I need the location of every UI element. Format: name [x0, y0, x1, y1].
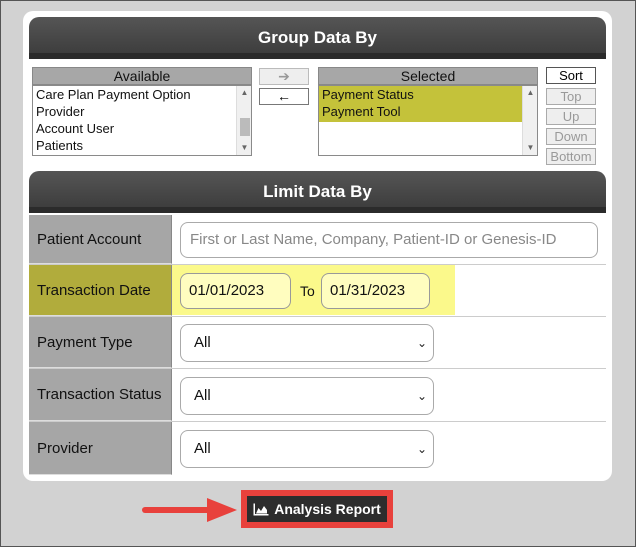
provider-row: Provider All ⌄	[29, 422, 606, 475]
date-from-input[interactable]: 01/01/2023	[180, 273, 291, 309]
move-down-button[interactable]: Down	[546, 128, 596, 145]
move-bottom-button[interactable]: Bottom	[546, 148, 596, 165]
annotation-arrow-icon	[142, 498, 237, 522]
date-to-label: To	[300, 283, 315, 299]
scroll-down-icon[interactable]: ▼	[237, 141, 251, 155]
patient-account-row: Patient Account First or Last Name, Comp…	[29, 215, 606, 265]
available-listbox[interactable]: Care Plan Payment Option Provider Accoun…	[32, 85, 252, 156]
available-scrollbar[interactable]: ▲ ▼	[236, 86, 251, 155]
selected-listbox[interactable]: Payment Status Payment Tool ▲ ▼	[318, 85, 538, 156]
provider-select[interactable]: All ⌄	[180, 430, 434, 468]
chevron-down-icon: ⌄	[416, 336, 427, 350]
patient-account-label: Patient Account	[29, 215, 172, 264]
scroll-thumb[interactable]	[240, 118, 250, 136]
provider-value: All	[194, 440, 211, 457]
sort-button[interactable]: Sort	[546, 67, 596, 84]
transaction-date-label: Transaction Date	[29, 265, 172, 316]
arrow-left-icon: ←	[277, 88, 291, 104]
analysis-report-button[interactable]: Analysis Report	[247, 496, 387, 522]
selected-item[interactable]: Payment Status	[319, 86, 537, 103]
chevron-down-icon: ⌄	[416, 442, 427, 456]
scroll-up-icon[interactable]: ▲	[523, 86, 537, 100]
transaction-status-row: Transaction Status All ⌄	[29, 369, 606, 422]
transaction-date-row: Transaction Date 01/01/2023 To 01/31/202…	[29, 265, 606, 317]
scroll-up-icon[interactable]: ▲	[237, 86, 251, 100]
report-panel: Group Data By Available Care Plan Paymen…	[23, 11, 612, 481]
patient-account-input[interactable]: First or Last Name, Company, Patient-ID …	[180, 222, 598, 258]
date-to-input[interactable]: 01/31/2023	[321, 273, 430, 309]
transaction-status-value: All	[194, 387, 211, 404]
payment-type-value: All	[194, 334, 211, 351]
payment-type-label: Payment Type	[29, 317, 172, 368]
area-chart-icon	[253, 503, 269, 515]
selected-label: Selected	[318, 67, 538, 85]
limit-data-title: Limit Data By	[263, 182, 372, 201]
selected-item[interactable]: Payment Tool	[319, 103, 537, 120]
analysis-report-highlight: Analysis Report	[241, 490, 393, 528]
chevron-down-icon: ⌄	[416, 389, 427, 403]
provider-label: Provider	[29, 422, 172, 475]
window-frame: Group Data By Available Care Plan Paymen…	[0, 0, 636, 547]
available-item[interactable]: Patients	[33, 137, 251, 154]
scroll-down-icon[interactable]: ▼	[523, 141, 537, 155]
group-data-header: Group Data By	[29, 17, 606, 59]
available-label: Available	[32, 67, 252, 85]
selected-scrollbar[interactable]: ▲ ▼	[522, 86, 537, 155]
group-data-title: Group Data By	[257, 28, 378, 47]
analysis-report-label: Analysis Report	[274, 501, 381, 517]
move-left-button[interactable]: ←	[259, 88, 309, 105]
payment-type-row: Payment Type All ⌄	[29, 317, 606, 369]
available-item[interactable]: Account User	[33, 120, 251, 137]
transaction-status-label: Transaction Status	[29, 369, 172, 421]
transaction-status-select[interactable]: All ⌄	[180, 377, 434, 415]
available-item[interactable]: Care Plan Payment Option	[33, 86, 251, 103]
limit-data-header: Limit Data By	[29, 171, 606, 213]
move-top-button[interactable]: Top	[546, 88, 596, 105]
payment-type-select[interactable]: All ⌄	[180, 324, 434, 362]
available-item[interactable]: Provider	[33, 103, 251, 120]
move-up-button[interactable]: Up	[546, 108, 596, 125]
move-right-button[interactable]: ➔	[259, 68, 309, 85]
